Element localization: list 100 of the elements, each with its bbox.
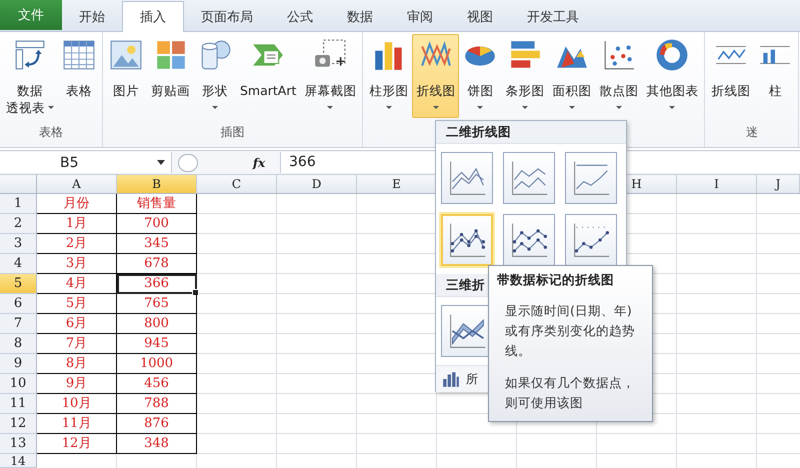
caret-icon — [212, 106, 218, 109]
all-chart-types-link[interactable]: 所 — [466, 370, 478, 388]
caret-icon — [157, 160, 165, 165]
column-header[interactable]: B — [117, 175, 197, 193]
ribbon-button[interactable]: 屏幕截图 — [300, 34, 360, 118]
row-header[interactable]: 1 — [0, 194, 37, 214]
chart-type-option[interactable] — [441, 214, 493, 266]
row-header[interactable]: 9 — [0, 354, 37, 374]
caret-icon — [48, 106, 54, 109]
group-label: 表格 — [38, 124, 64, 141]
tooltip-text: 显示随时间(日期、年)或有序类别变化的趋势线。 — [505, 302, 636, 360]
ribbon-tab[interactable]: 审阅 — [390, 3, 450, 31]
ribbon-tab[interactable]: 视图 — [450, 3, 510, 31]
column-header[interactable]: C — [197, 175, 277, 193]
row-header[interactable]: 2 — [0, 214, 37, 234]
table-cell: 8月 — [37, 354, 117, 374]
ribbon-button[interactable]: 数据 透视表 — [2, 34, 58, 118]
section-heading: 二维折线图 — [436, 121, 626, 144]
table-cell: 366 — [117, 274, 197, 294]
ribbon-tab[interactable]: 页面布局 — [184, 3, 270, 31]
row-header[interactable]: 6 — [0, 294, 37, 314]
group-label: 插图 — [220, 124, 246, 141]
ribbon-tab[interactable]: 公式 — [270, 3, 330, 31]
splitter-handle[interactable] — [178, 154, 198, 172]
ribbon-button[interactable]: 折线图 — [412, 34, 460, 118]
file-tab[interactable]: 文件 — [0, 0, 62, 30]
table-cell: 456 — [117, 374, 197, 394]
ribbon-button[interactable]: 折线图 — [707, 34, 754, 118]
chart-type-option[interactable] — [503, 152, 555, 204]
caret-icon — [327, 106, 334, 109]
ribbon-button[interactable]: 条形图 — [501, 34, 548, 118]
ribbon-button[interactable]: 散点图 — [595, 34, 642, 118]
ribbon-button[interactable]: 柱 — [754, 34, 796, 118]
column-header[interactable]: I — [677, 175, 757, 193]
ribbon-button[interactable]: 面积图 — [548, 34, 596, 118]
column-header[interactable]: J — [757, 175, 800, 193]
pivot-table-icon — [13, 38, 47, 72]
caret-icon — [616, 106, 622, 109]
row-header[interactable]: 7 — [0, 314, 37, 334]
table-cell: 12月 — [37, 434, 117, 454]
ribbon-button[interactable]: 图片 — [105, 34, 147, 118]
tooltip-text: 如果仅有几个数据点，则可使用该图 — [505, 374, 636, 412]
table-cell: 800 — [117, 314, 197, 334]
ribbon-button[interactable]: 柱形图 — [365, 34, 412, 118]
table-cell: 7月 — [37, 334, 117, 354]
table-cell: 6月 — [37, 314, 117, 334]
ribbon-button[interactable]: 形状 — [194, 34, 236, 118]
table-cell: 348 — [117, 434, 197, 454]
table-cell: 月份 — [37, 194, 117, 214]
ribbon-tab[interactable]: 开发工具 — [510, 3, 596, 31]
row-header[interactable]: 5 — [0, 274, 37, 294]
row-header[interactable]: 12 — [0, 414, 37, 434]
caret-icon — [522, 106, 528, 109]
ribbon-tab[interactable]: 数据 — [330, 3, 390, 31]
row-header[interactable]: 14 — [0, 454, 37, 468]
table-cell: 945 — [117, 334, 197, 354]
caret-icon — [568, 106, 575, 109]
ribbon-button[interactable]: 剪贴画 — [147, 34, 194, 118]
chart-type-option[interactable] — [503, 214, 555, 266]
chart-type-option[interactable] — [565, 214, 617, 266]
table-cell: 2月 — [37, 234, 117, 254]
table-cell: 5月 — [37, 294, 117, 314]
ribbon-button[interactable]: 其他图表 — [642, 34, 702, 118]
fill-handle[interactable] — [192, 289, 199, 296]
table-cell: 876 — [117, 414, 197, 434]
table-cell: 10月 — [37, 394, 117, 414]
caret-icon — [386, 106, 392, 109]
table-cell: 9月 — [37, 374, 117, 394]
ribbon-button[interactable]: 表格 — [58, 34, 100, 118]
row-header[interactable]: 13 — [0, 434, 37, 454]
table-cell: 1月 — [37, 214, 117, 234]
picture-icon — [109, 38, 143, 72]
row-header[interactable]: 10 — [0, 374, 37, 394]
caret-icon — [432, 106, 439, 109]
row-header[interactable]: 3 — [0, 234, 37, 254]
scatter-chart-icon — [602, 38, 636, 72]
chart-type-option[interactable] — [565, 152, 617, 204]
donut-chart-icon — [655, 38, 690, 72]
ribbon-tab[interactable]: 开始 — [62, 3, 122, 31]
ribbon-tab[interactable]: 插入 — [122, 1, 184, 32]
table-cell: 4月 — [37, 274, 117, 294]
table-icon — [62, 38, 96, 72]
column-chart-icon — [442, 370, 460, 388]
table-cell: 3月 — [37, 254, 117, 274]
ribbon-button[interactable]: 饼图 — [459, 34, 502, 118]
name-box[interactable]: B5 — [0, 152, 172, 173]
group-label: 迷 — [744, 124, 759, 141]
table-cell: 销售量 — [117, 194, 197, 214]
ribbon-button[interactable]: SmartArt — [236, 34, 300, 118]
table-cell: 765 — [117, 294, 197, 314]
insert-function-button[interactable]: fx — [248, 156, 270, 170]
column-header[interactable]: D — [277, 175, 357, 193]
table-cell: 345 — [117, 234, 197, 254]
table-cell: 1000 — [117, 354, 197, 374]
row-header[interactable]: 8 — [0, 334, 37, 354]
table-cell: 11月 — [37, 414, 117, 434]
caret-icon — [669, 106, 676, 109]
chart-type-option[interactable] — [441, 152, 493, 204]
row-header[interactable]: 4 — [0, 254, 37, 274]
row-header[interactable]: 11 — [0, 394, 37, 414]
